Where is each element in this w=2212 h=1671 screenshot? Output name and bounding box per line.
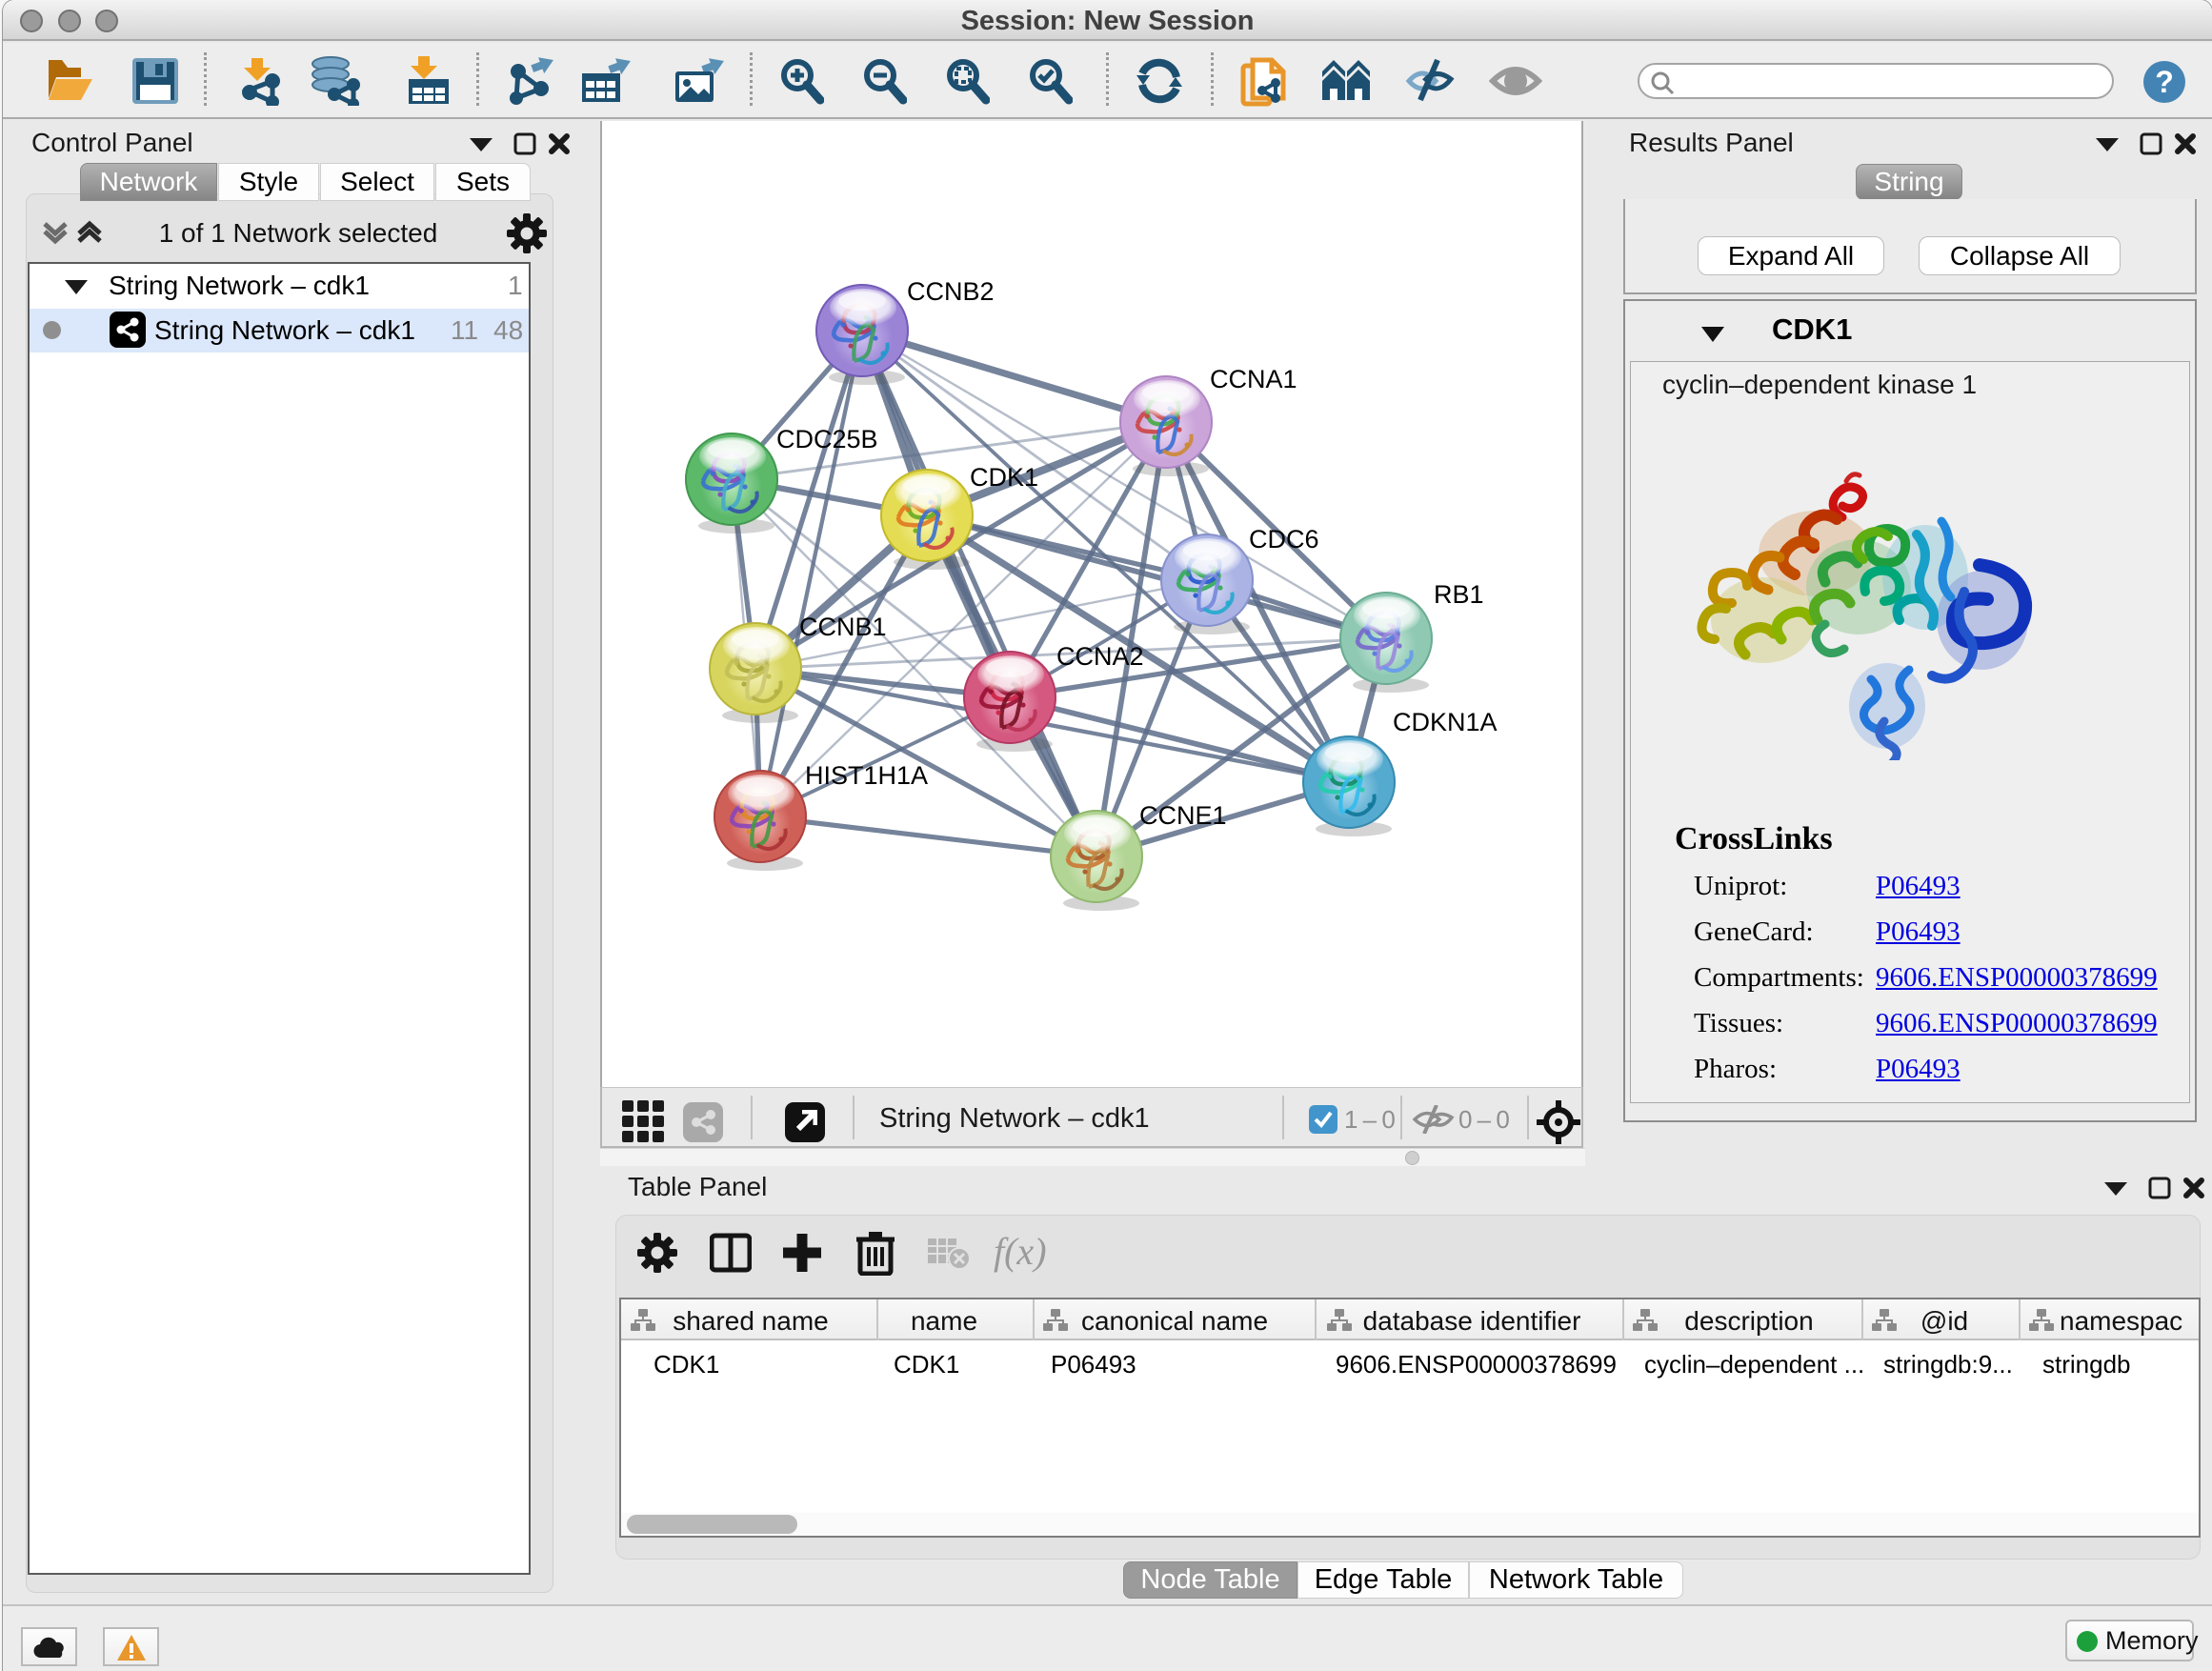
svg-text:CDK1: CDK1: [970, 463, 1038, 492]
svg-text:CDKN1A: CDKN1A: [1393, 708, 1498, 736]
svg-text:RB1: RB1: [1434, 580, 1484, 609]
svg-text:HIST1H1A: HIST1H1A: [805, 761, 928, 790]
svg-text:CCNE1: CCNE1: [1139, 801, 1227, 830]
svg-text:CCNB1: CCNB1: [799, 613, 887, 641]
svg-text:CCNA1: CCNA1: [1210, 365, 1297, 393]
svg-text:CCNA2: CCNA2: [1056, 642, 1144, 671]
svg-text:CDC6: CDC6: [1249, 525, 1319, 554]
svg-text:CCNB2: CCNB2: [907, 277, 995, 306]
svg-text:CDC25B: CDC25B: [776, 425, 878, 453]
